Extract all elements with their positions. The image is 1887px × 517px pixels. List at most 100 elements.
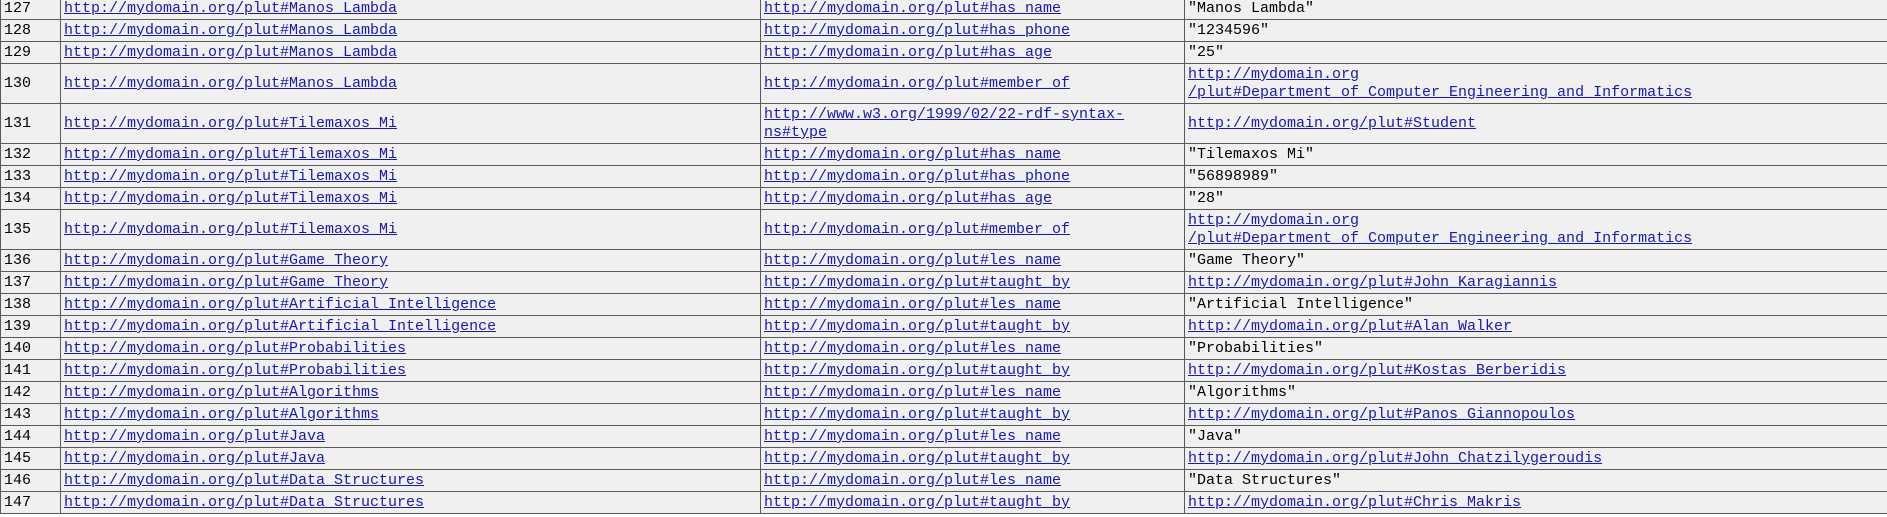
subject-cell: http://mydomain.org/plut#Java xyxy=(60,447,761,470)
table-row: 138 http://mydomain.org/plut#Artificial_I… xyxy=(0,293,1887,316)
object-cell: "Java" xyxy=(1184,425,1887,448)
subject-link[interactable]: http://mydomain.org/plut#Probabilities xyxy=(64,340,406,357)
object-link[interactable]: http://mydomain.org/plut#Student xyxy=(1188,115,1476,132)
subject-link[interactable]: http://mydomain.org/plut#Game_Theory xyxy=(64,274,388,291)
table-row: 140 http://mydomain.org/plut#Probabilitie… xyxy=(0,337,1887,360)
predicate-link[interactable]: http://mydomain.org/plut#has_name xyxy=(764,0,1061,17)
subject-link[interactable]: http://mydomain.org/plut#Manos_Lambda xyxy=(64,0,397,17)
predicate-cell: http://mydomain.org/plut#has_phone xyxy=(760,19,1185,42)
subject-link[interactable]: http://mydomain.org/plut#Game_Theory xyxy=(64,252,388,269)
subject-link[interactable]: http://mydomain.org/plut#Java xyxy=(64,450,325,467)
subject-cell: http://mydomain.org/plut#Game_Theory xyxy=(60,271,761,294)
subject-link[interactable]: http://mydomain.org/plut#Tilemaxos_Mi xyxy=(64,115,397,132)
triples-table-body: 127 http://mydomain.org/plut#Manos_Lambda… xyxy=(0,0,1887,514)
subject-link[interactable]: http://mydomain.org/plut#Algorithms xyxy=(64,406,379,423)
object-cell: "25" xyxy=(1184,41,1887,64)
predicate-link[interactable]: http://mydomain.org/plut#les_name xyxy=(764,252,1061,269)
subject-cell: http://mydomain.org/plut#Manos_Lambda xyxy=(60,41,761,64)
object-link[interactable]: http://mydomain.org/plut#Department_of_C… xyxy=(1188,66,1692,101)
predicate-link[interactable]: http://mydomain.org/plut#taught_by xyxy=(764,274,1070,291)
object-link[interactable]: http://mydomain.org/plut#John_Chatzilyge… xyxy=(1188,450,1602,467)
subject-link[interactable]: http://mydomain.org/plut#Tilemaxos_Mi xyxy=(64,221,397,238)
object-link[interactable]: http://mydomain.org/plut#Panos_Giannopou… xyxy=(1188,406,1575,423)
predicate-cell: http://mydomain.org/plut#taught_by xyxy=(760,403,1185,426)
row-number: 128 xyxy=(0,19,61,42)
subject-cell: http://mydomain.org/plut#Tilemaxos_Mi xyxy=(60,209,761,250)
predicate-link[interactable]: http://mydomain.org/plut#taught_by xyxy=(764,406,1070,423)
table-row: 132 http://mydomain.org/plut#Tilemaxos_Mi… xyxy=(0,143,1887,166)
subject-link[interactable]: http://mydomain.org/plut#Algorithms xyxy=(64,384,379,401)
object-cell: "Tilemaxos Mi" xyxy=(1184,143,1887,166)
predicate-cell: http://mydomain.org/plut#taught_by xyxy=(760,447,1185,470)
object-literal: "Java" xyxy=(1188,428,1243,445)
object-link[interactable]: http://mydomain.org/plut#Chris_Makris xyxy=(1188,494,1521,511)
subject-link[interactable]: http://mydomain.org/plut#Probabilities xyxy=(64,362,406,379)
object-cell: http://mydomain.org/plut#Department_of_C… xyxy=(1184,63,1887,104)
subject-link[interactable]: http://mydomain.org/plut#Artificial_Inte… xyxy=(64,318,496,335)
object-cell: "Probabilities" xyxy=(1184,337,1887,360)
object-cell: http://mydomain.org/plut#Alan_Walker xyxy=(1184,315,1887,338)
subject-link[interactable]: http://mydomain.org/plut#Manos_Lambda xyxy=(64,75,397,92)
table-row: 128 http://mydomain.org/plut#Manos_Lambda… xyxy=(0,19,1887,42)
table-row: 127 http://mydomain.org/plut#Manos_Lambda… xyxy=(0,0,1887,20)
object-literal: "28" xyxy=(1188,190,1225,207)
predicate-link[interactable]: http://mydomain.org/plut#taught_by xyxy=(764,494,1070,511)
predicate-link[interactable]: http://mydomain.org/plut#has_age xyxy=(764,44,1052,61)
row-number: 143 xyxy=(0,403,61,426)
predicate-cell: http://mydomain.org/plut#has_name xyxy=(760,143,1185,166)
predicate-link[interactable]: http://mydomain.org/plut#has_age xyxy=(764,190,1052,207)
subject-cell: http://mydomain.org/plut#Probabilities xyxy=(60,337,761,360)
object-literal: "56898989" xyxy=(1188,168,1279,185)
predicate-link[interactable]: http://mydomain.org/plut#taught_by xyxy=(764,362,1070,379)
object-cell: "Data Structures" xyxy=(1184,469,1887,492)
row-number: 141 xyxy=(0,359,61,382)
subject-link[interactable]: http://mydomain.org/plut#Data_Structures xyxy=(64,472,424,489)
object-cell: "Game Theory" xyxy=(1184,249,1887,272)
row-number: 131 xyxy=(0,103,61,144)
predicate-link[interactable]: http://mydomain.org/plut#has_phone xyxy=(764,168,1070,185)
predicate-link[interactable]: http://mydomain.org/plut#les_name xyxy=(764,428,1061,445)
table-row: 141 http://mydomain.org/plut#Probabilitie… xyxy=(0,359,1887,382)
subject-link[interactable]: http://mydomain.org/plut#Tilemaxos_Mi xyxy=(64,190,397,207)
subject-cell: http://mydomain.org/plut#Probabilities xyxy=(60,359,761,382)
predicate-cell: http://mydomain.org/plut#has_age xyxy=(760,41,1185,64)
triples-table: 127 http://mydomain.org/plut#Manos_Lambda… xyxy=(0,0,1887,514)
subject-cell: http://mydomain.org/plut#Tilemaxos_Mi xyxy=(60,143,761,166)
row-number: 130 xyxy=(0,63,61,104)
object-link[interactable]: http://mydomain.org/plut#John_Karagianni… xyxy=(1188,274,1557,291)
subject-link[interactable]: http://mydomain.org/plut#Data_Structures xyxy=(64,494,424,511)
predicate-cell: http://mydomain.org/plut#les_name xyxy=(760,469,1185,492)
object-link[interactable]: http://mydomain.org/plut#Department_of_C… xyxy=(1188,212,1692,247)
predicate-link[interactable]: http://mydomain.org/plut#les_name xyxy=(764,384,1061,401)
subject-link[interactable]: http://mydomain.org/plut#Artificial_Inte… xyxy=(64,296,496,313)
subject-cell: http://mydomain.org/plut#Tilemaxos_Mi xyxy=(60,187,761,210)
row-number: 134 xyxy=(0,187,61,210)
predicate-link[interactable]: http://mydomain.org/plut#member_of xyxy=(764,221,1070,238)
subject-cell: http://mydomain.org/plut#Tilemaxos_Mi xyxy=(60,165,761,188)
table-row: 133 http://mydomain.org/plut#Tilemaxos_Mi… xyxy=(0,165,1887,188)
subject-link[interactable]: http://mydomain.org/plut#Java xyxy=(64,428,325,445)
subject-link[interactable]: http://mydomain.org/plut#Manos_Lambda xyxy=(64,22,397,39)
predicate-link[interactable]: http://www.w3.org/1999/02/22-rdf-syntax-… xyxy=(764,106,1124,141)
predicate-link[interactable]: http://mydomain.org/plut#taught_by xyxy=(764,318,1070,335)
predicate-link[interactable]: http://mydomain.org/plut#taught_by xyxy=(764,450,1070,467)
predicate-cell: http://mydomain.org/plut#taught_by xyxy=(760,359,1185,382)
row-number: 137 xyxy=(0,271,61,294)
predicate-link[interactable]: http://mydomain.org/plut#les_name xyxy=(764,472,1061,489)
object-cell: http://mydomain.org/plut#Panos_Giannopou… xyxy=(1184,403,1887,426)
predicate-cell: http://mydomain.org/plut#les_name xyxy=(760,337,1185,360)
object-cell: http://mydomain.org/plut#John_Karagianni… xyxy=(1184,271,1887,294)
subject-link[interactable]: http://mydomain.org/plut#Tilemaxos_Mi xyxy=(64,168,397,185)
predicate-link[interactable]: http://mydomain.org/plut#les_name xyxy=(764,340,1061,357)
object-link[interactable]: http://mydomain.org/plut#Kostas_Berberid… xyxy=(1188,362,1566,379)
predicate-cell: http://mydomain.org/plut#member_of xyxy=(760,209,1185,250)
predicate-link[interactable]: http://mydomain.org/plut#les_name xyxy=(764,296,1061,313)
predicate-link[interactable]: http://mydomain.org/plut#has_phone xyxy=(764,22,1070,39)
predicate-link[interactable]: http://mydomain.org/plut#has_name xyxy=(764,146,1061,163)
predicate-cell: http://mydomain.org/plut#has_name xyxy=(760,0,1185,20)
predicate-link[interactable]: http://mydomain.org/plut#member_of xyxy=(764,75,1070,92)
subject-cell: http://mydomain.org/plut#Data_Structures xyxy=(60,491,761,514)
subject-link[interactable]: http://mydomain.org/plut#Tilemaxos_Mi xyxy=(64,146,397,163)
object-link[interactable]: http://mydomain.org/plut#Alan_Walker xyxy=(1188,318,1512,335)
subject-link[interactable]: http://mydomain.org/plut#Manos_Lambda xyxy=(64,44,397,61)
